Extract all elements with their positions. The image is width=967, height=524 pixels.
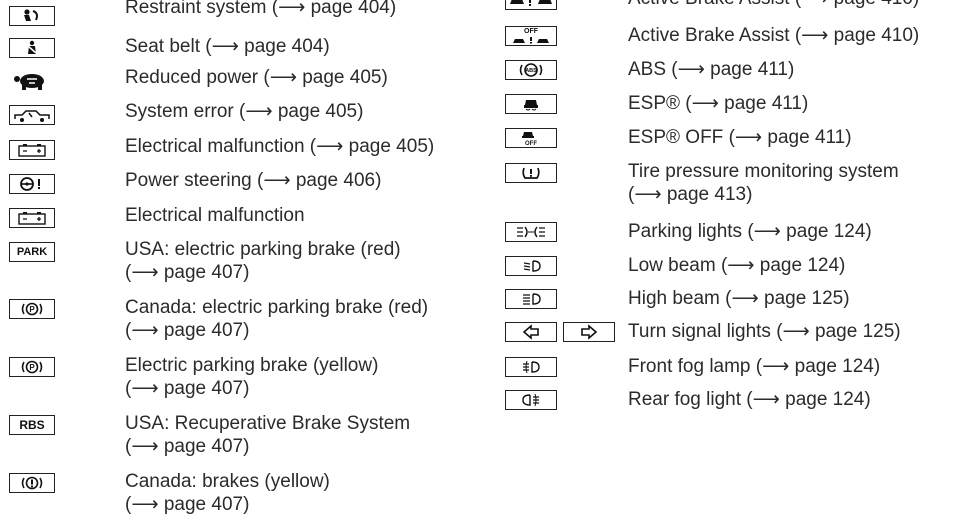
list-item-text: (⟶ page 407)	[125, 378, 250, 399]
parking-brake-icon: P	[9, 299, 55, 319]
list-item-text: Restraint system (⟶ page 404)	[125, 0, 397, 18]
esp-off-icon: OFF	[505, 128, 557, 148]
svg-text:OFF: OFF	[525, 141, 537, 146]
turn-signal-right-icon	[563, 322, 615, 342]
list-item-text: (⟶ page 407)	[125, 320, 250, 341]
icon-label: PARK	[16, 246, 48, 258]
list-item-text: (⟶ page 407)	[125, 436, 250, 457]
tire-pressure-icon	[505, 163, 557, 183]
list-item-text: Electrical malfunction	[125, 205, 305, 226]
front-fog-lamp-icon	[505, 357, 557, 377]
svg-text:ABS: ABS	[525, 68, 537, 74]
list-item-text: Seat belt (⟶ page 404)	[125, 36, 330, 57]
list-item-text: Parking lights (⟶ page 124)	[628, 221, 872, 242]
icon-label: RBS	[19, 418, 45, 432]
esp-icon	[505, 94, 557, 114]
list-item-text: Front fog lamp (⟶ page 124)	[628, 356, 881, 377]
svg-text:P: P	[29, 305, 35, 314]
left-column: Restraint system (⟶ page 404) Seat belt …	[0, 0, 470, 524]
steering-wheel-icon	[9, 174, 55, 194]
turtle-icon	[9, 71, 55, 91]
battery-icon	[9, 140, 55, 160]
list-item-text: USA: Recuperative Brake System	[125, 413, 411, 434]
list-item-text: Canada: brakes (yellow)	[125, 471, 330, 492]
parking-lights-icon	[505, 222, 557, 242]
parking-brake-icon: P	[9, 357, 55, 377]
abs-icon: ABS	[505, 60, 557, 80]
car-wrench-icon	[9, 105, 55, 125]
list-item-text: System error (⟶ page 405)	[125, 101, 364, 122]
airbag-person-icon	[9, 6, 55, 26]
list-item-text: (⟶ page 413)	[628, 184, 753, 205]
icon-label: OFF	[524, 28, 538, 35]
battery-icon	[9, 208, 55, 228]
list-item-text: Canada: electric parking brake (red)	[125, 297, 429, 318]
low-beam-icon	[505, 256, 557, 276]
park-text-icon: PARK	[9, 242, 55, 262]
rear-fog-light-icon	[505, 390, 557, 410]
list-item-text: Low beam (⟶ page 124)	[628, 255, 846, 276]
list-item-text: ABS (⟶ page 411)	[628, 59, 795, 80]
list-item-text: Power steering (⟶ page 406)	[125, 170, 382, 191]
active-brake-assist-off-icon: OFF	[505, 26, 557, 46]
right-column: Active Brake Assist (⟶ page 410) OFF Act…	[505, 0, 967, 524]
list-item-text: Reduced power (⟶ page 405)	[125, 67, 388, 88]
list-item-text: ESP® OFF (⟶ page 411)	[628, 127, 852, 148]
list-item-text: Rear fog light (⟶ page 124)	[628, 389, 871, 410]
list-item-text: Electric parking brake (yellow)	[125, 355, 379, 376]
list-item-text: Electrical malfunction (⟶ page 405)	[125, 136, 435, 157]
rbs-text-icon: RBS	[9, 415, 55, 435]
list-item-text: Active Brake Assist (⟶ page 410)	[628, 0, 919, 11]
brake-warning-icon	[9, 473, 55, 493]
turn-signal-left-icon	[505, 322, 557, 342]
svg-text:P: P	[29, 363, 35, 372]
list-item-text: (⟶ page 407)	[125, 262, 250, 283]
list-item-text: Tire pressure monitoring system	[628, 161, 899, 182]
list-item-text: High beam (⟶ page 125)	[628, 288, 850, 309]
list-item-text: Active Brake Assist (⟶ page 410)	[628, 25, 920, 46]
high-beam-icon	[505, 289, 557, 309]
seatbelt-icon	[9, 38, 55, 58]
list-item-text: (⟶ page 407)	[125, 494, 250, 515]
list-item-text: Turn signal lights (⟶ page 125)	[628, 321, 901, 342]
list-item-text: ESP® (⟶ page 411)	[628, 93, 809, 114]
list-item-text: USA: electric parking brake (red)	[125, 239, 401, 260]
active-brake-assist-icon	[505, 0, 557, 10]
